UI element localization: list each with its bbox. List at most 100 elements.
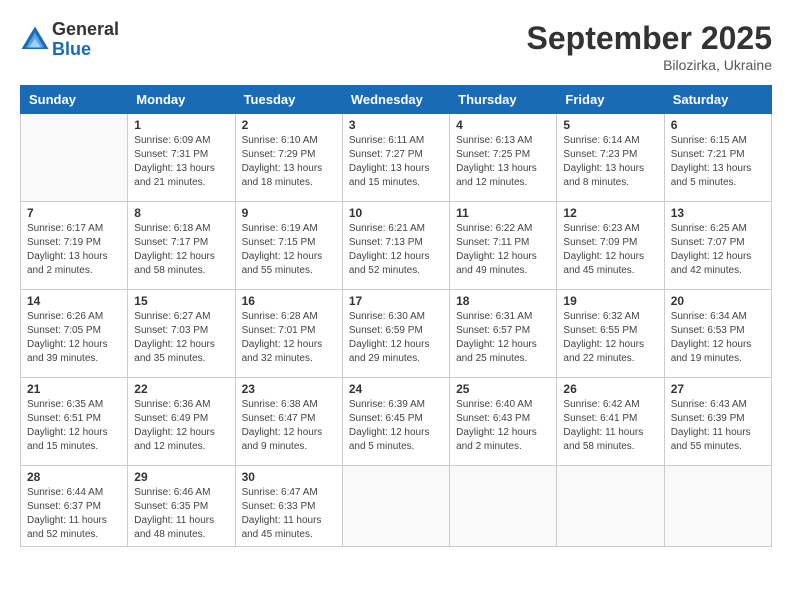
- day-number: 16: [242, 294, 336, 308]
- logo-text: General Blue: [52, 20, 119, 60]
- page: General Blue September 2025 Bilozirka, U…: [0, 0, 792, 612]
- day-info: Sunrise: 6:26 AMSunset: 7:05 PMDaylight:…: [27, 310, 121, 366]
- day-number: 20: [671, 294, 765, 308]
- header-saturday: Saturday: [664, 86, 771, 114]
- table-row: 30 Sunrise: 6:47 AMSunset: 6:33 PMDayligh…: [235, 466, 342, 547]
- day-info: Sunrise: 6:46 AMSunset: 6:35 PMDaylight:…: [134, 486, 228, 542]
- table-row: 13 Sunrise: 6:25 AMSunset: 7:07 PMDayligh…: [664, 202, 771, 290]
- day-number: 9: [242, 206, 336, 220]
- header-row: Sunday Monday Tuesday Wednesday Thursday…: [21, 86, 772, 114]
- table-row: 4 Sunrise: 6:13 AMSunset: 7:25 PMDaylight…: [450, 114, 557, 202]
- header-monday: Monday: [128, 86, 235, 114]
- day-number: 7: [27, 206, 121, 220]
- table-row: 7 Sunrise: 6:17 AMSunset: 7:19 PMDaylight…: [21, 202, 128, 290]
- day-number: 15: [134, 294, 228, 308]
- day-number: 18: [456, 294, 550, 308]
- table-row: 25Sunrise: 6:40 AMSunset: 6:43 PMDayligh…: [450, 378, 557, 466]
- logo-icon: [20, 25, 50, 55]
- table-row: 10 Sunrise: 6:21 AMSunset: 7:13 PMDayligh…: [342, 202, 449, 290]
- day-number: 30: [242, 470, 336, 484]
- header-friday: Friday: [557, 86, 664, 114]
- day-info: Sunrise: 6:17 AMSunset: 7:19 PMDaylight:…: [27, 222, 121, 278]
- day-info: Sunrise: 6:21 AMSunset: 7:13 PMDaylight:…: [349, 222, 443, 278]
- day-number: 22: [134, 382, 228, 396]
- day-info: Sunrise: 6:47 AMSunset: 6:33 PMDaylight:…: [242, 486, 336, 542]
- day-info: Sunrise: 6:22 AMSunset: 7:11 PMDaylight:…: [456, 222, 550, 278]
- calendar-table: Sunday Monday Tuesday Wednesday Thursday…: [20, 85, 772, 547]
- day-info: Sunrise: 6:28 AMSunset: 7:01 PMDaylight:…: [242, 310, 336, 366]
- table-row: 16 Sunrise: 6:28 AMSunset: 7:01 PMDayligh…: [235, 290, 342, 378]
- day-info: Sunrise: 6:09 AMSunset: 7:31 PMDaylight:…: [134, 134, 228, 190]
- table-row: [21, 114, 128, 202]
- day-number: 27: [671, 382, 765, 396]
- table-row: 3 Sunrise: 6:11 AMSunset: 7:27 PMDaylight…: [342, 114, 449, 202]
- day-number: 5: [563, 118, 657, 132]
- day-number: 25: [456, 382, 550, 396]
- table-row: 1 Sunrise: 6:09 AMSunset: 7:31 PMDaylight…: [128, 114, 235, 202]
- header-tuesday: Tuesday: [235, 86, 342, 114]
- logo-general: General: [52, 20, 119, 40]
- day-info: Sunrise: 6:18 AMSunset: 7:17 PMDaylight:…: [134, 222, 228, 278]
- header-wednesday: Wednesday: [342, 86, 449, 114]
- day-info: Sunrise: 6:13 AMSunset: 7:25 PMDaylight:…: [456, 134, 550, 190]
- day-info: Sunrise: 6:30 AMSunset: 6:59 PMDaylight:…: [349, 310, 443, 366]
- day-number: 3: [349, 118, 443, 132]
- table-row: 21Sunrise: 6:35 AMSunset: 6:51 PMDayligh…: [21, 378, 128, 466]
- day-number: 26: [563, 382, 657, 396]
- day-info: Sunrise: 6:19 AMSunset: 7:15 PMDaylight:…: [242, 222, 336, 278]
- table-row: 29 Sunrise: 6:46 AMSunset: 6:35 PMDayligh…: [128, 466, 235, 547]
- day-number: 4: [456, 118, 550, 132]
- table-row: 6Sunrise: 6:15 AMSunset: 7:21 PMDaylight…: [664, 114, 771, 202]
- title-block: September 2025 Bilozirka, Ukraine: [527, 20, 772, 73]
- table-row: 22 Sunrise: 6:36 AMSunset: 6:49 PMDayligh…: [128, 378, 235, 466]
- day-number: 10: [349, 206, 443, 220]
- calendar-body: 1 Sunrise: 6:09 AMSunset: 7:31 PMDaylight…: [21, 114, 772, 547]
- table-row: 27 Sunrise: 6:43 AMSunset: 6:39 PMDayligh…: [664, 378, 771, 466]
- table-row: [664, 466, 771, 547]
- day-info: Sunrise: 6:38 AMSunset: 6:47 PMDaylight:…: [242, 398, 336, 454]
- table-row: 28 Sunrise: 6:44 AMSunset: 6:37 PMDayligh…: [21, 466, 128, 547]
- header-thursday: Thursday: [450, 86, 557, 114]
- day-number: 14: [27, 294, 121, 308]
- location-subtitle: Bilozirka, Ukraine: [527, 57, 772, 73]
- table-row: 20 Sunrise: 6:34 AMSunset: 6:53 PMDayligh…: [664, 290, 771, 378]
- table-row: 17 Sunrise: 6:30 AMSunset: 6:59 PMDayligh…: [342, 290, 449, 378]
- day-info: Sunrise: 6:34 AMSunset: 6:53 PMDaylight:…: [671, 310, 765, 366]
- day-info: Sunrise: 6:36 AMSunset: 6:49 PMDaylight:…: [134, 398, 228, 454]
- day-number: 28: [27, 470, 121, 484]
- header-sunday: Sunday: [21, 86, 128, 114]
- table-row: [450, 466, 557, 547]
- day-number: 21: [27, 382, 121, 396]
- day-number: 1: [134, 118, 228, 132]
- day-info: Sunrise: 6:43 AMSunset: 6:39 PMDaylight:…: [671, 398, 765, 454]
- day-number: 24: [349, 382, 443, 396]
- table-row: 9 Sunrise: 6:19 AMSunset: 7:15 PMDaylight…: [235, 202, 342, 290]
- day-number: 13: [671, 206, 765, 220]
- day-number: 2: [242, 118, 336, 132]
- day-info: Sunrise: 6:15 AMSunset: 7:21 PMDaylight:…: [671, 134, 765, 190]
- header: General Blue September 2025 Bilozirka, U…: [20, 20, 772, 73]
- day-info: Sunrise: 6:39 AMSunset: 6:45 PMDaylight:…: [349, 398, 443, 454]
- table-row: 14 Sunrise: 6:26 AMSunset: 7:05 PMDayligh…: [21, 290, 128, 378]
- logo: General Blue: [20, 20, 119, 60]
- table-row: 19Sunrise: 6:32 AMSunset: 6:55 PMDayligh…: [557, 290, 664, 378]
- table-row: 8Sunrise: 6:18 AMSunset: 7:17 PMDaylight…: [128, 202, 235, 290]
- day-info: Sunrise: 6:23 AMSunset: 7:09 PMDaylight:…: [563, 222, 657, 278]
- day-info: Sunrise: 6:11 AMSunset: 7:27 PMDaylight:…: [349, 134, 443, 190]
- table-row: 11 Sunrise: 6:22 AMSunset: 7:11 PMDayligh…: [450, 202, 557, 290]
- day-number: 29: [134, 470, 228, 484]
- day-number: 12: [563, 206, 657, 220]
- day-info: Sunrise: 6:27 AMSunset: 7:03 PMDaylight:…: [134, 310, 228, 366]
- day-info: Sunrise: 6:31 AMSunset: 6:57 PMDaylight:…: [456, 310, 550, 366]
- day-info: Sunrise: 6:42 AMSunset: 6:41 PMDaylight:…: [563, 398, 657, 454]
- table-row: [557, 466, 664, 547]
- table-row: 24 Sunrise: 6:39 AMSunset: 6:45 PMDayligh…: [342, 378, 449, 466]
- table-row: [342, 466, 449, 547]
- day-info: Sunrise: 6:44 AMSunset: 6:37 PMDaylight:…: [27, 486, 121, 542]
- month-title: September 2025: [527, 20, 772, 57]
- day-info: Sunrise: 6:14 AMSunset: 7:23 PMDaylight:…: [563, 134, 657, 190]
- day-number: 17: [349, 294, 443, 308]
- day-number: 11: [456, 206, 550, 220]
- day-info: Sunrise: 6:25 AMSunset: 7:07 PMDaylight:…: [671, 222, 765, 278]
- calendar-header: Sunday Monday Tuesday Wednesday Thursday…: [21, 86, 772, 114]
